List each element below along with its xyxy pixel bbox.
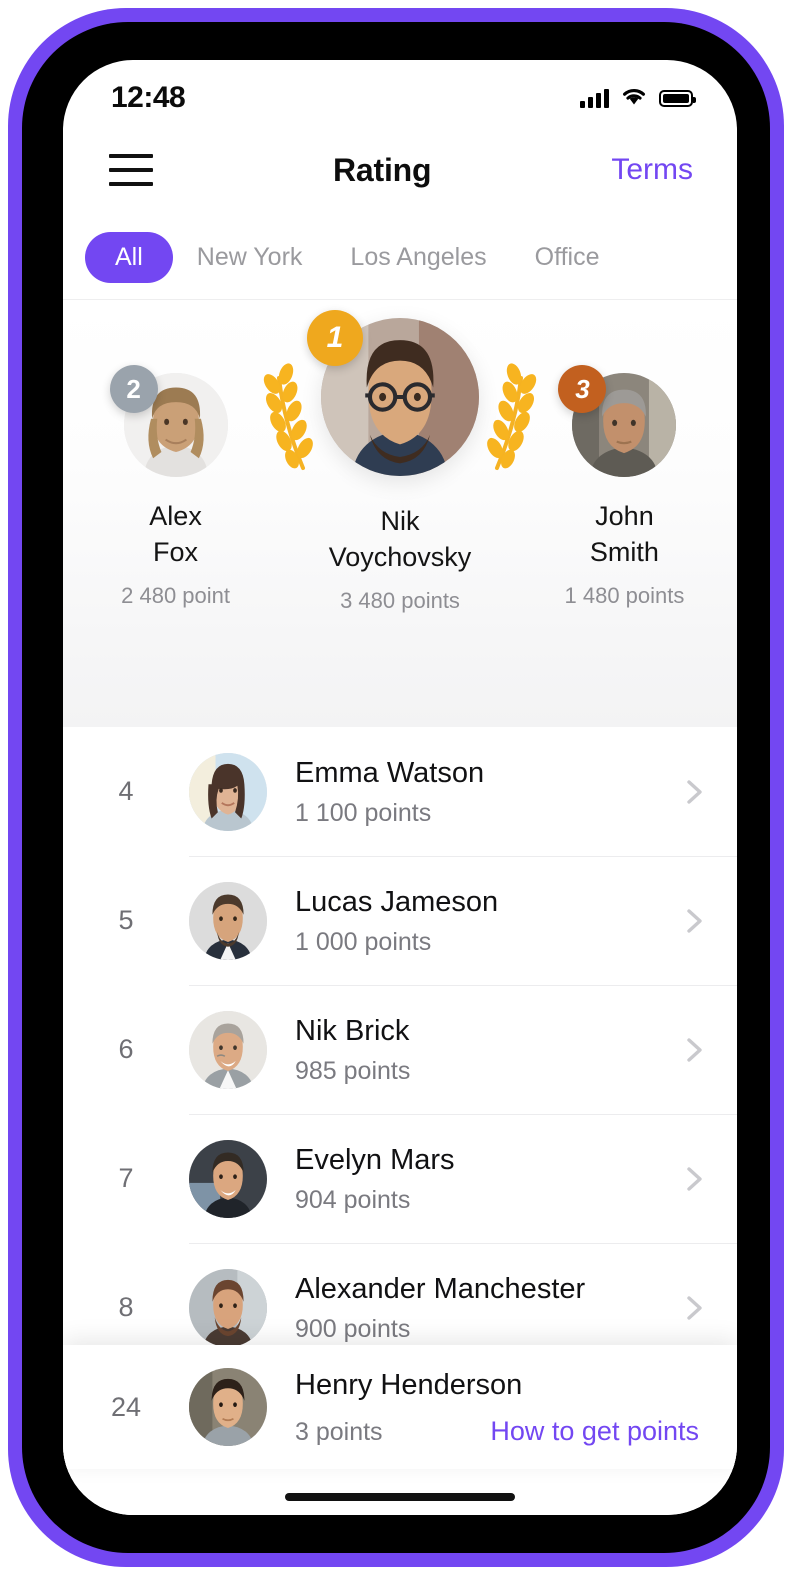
page-title: Rating [332,151,432,188]
tab-los-angeles[interactable]: Los Angeles [326,232,510,283]
status-bar-icons [580,86,696,111]
row-name: Evelyn Mars [295,1143,455,1176]
row-rank: 4 [118,776,134,806]
row-text: Nik Brick 985 points [295,1013,667,1086]
podium-name: Alex Fox [149,499,202,571]
chevron-right-icon[interactable] [681,1295,707,1321]
row-name: Henry Henderson [295,1369,523,1402]
row-name: Lucas Jameson [295,885,499,918]
chevron-right-icon[interactable] [681,908,707,934]
avatar [189,881,267,960]
avatar [189,1268,267,1347]
row-points: 1 100 points [295,799,432,828]
avatar-wrap: 2 [109,365,228,477]
row-text: Alexander Manchester 900 points [295,1271,667,1344]
hamburger-menu-icon[interactable] [109,154,153,186]
row-points: 3 points [295,1417,383,1446]
row-rank: 7 [118,1163,134,1193]
podium-first-name: Nik [380,506,420,536]
avatar-wrap: 3 [558,365,677,477]
podium-last-name: Voychovsky [328,541,472,572]
row-text: Emma Watson 1 100 points [295,755,667,828]
row-points: 904 points [295,1186,411,1215]
podium-name: Nik Voychovsky [329,504,472,576]
filter-tabs: All New York Los Angeles Office [63,216,737,300]
table-row[interactable]: 6 Nik Brick 985 points [63,985,737,1114]
current-user-row[interactable]: 24 Henry Henderson 3 points How to get p… [63,1345,737,1469]
row-points: 1 000 points [295,928,432,957]
rank-badge: 1 [307,310,363,366]
row-rank: 5 [118,905,134,935]
table-row[interactable]: 4 Emma Watson 1 100 points [63,727,737,856]
podium-last-name: Fox [153,536,199,567]
row-points: 900 points [295,1315,411,1344]
row-rank: 24 [110,1391,142,1422]
ranking-list[interactable]: 4 Emma Watson 1 100 points 5 Lucas James… [63,727,737,1515]
how-to-get-points-link[interactable]: How to get points [490,1416,699,1447]
podium-item-second[interactable]: 2 Alex Fox 2 480 point [63,300,287,609]
row-name: Emma Watson [295,756,485,789]
phone-mockup: 12:48 Rating Terms All New York Los Ange… [0,0,792,1575]
podium-first-name: Alex [149,501,202,531]
cellular-signal-icon [580,88,609,108]
table-row[interactable]: 7 Evelyn Mars 904 points [63,1114,737,1243]
avatar [189,1139,267,1218]
battery-full-icon [659,89,696,107]
row-rank: 6 [118,1034,134,1064]
chevron-right-icon[interactable] [681,1037,707,1063]
podium-points: 2 480 point [121,582,230,608]
home-indicator [285,1493,515,1501]
terms-link[interactable]: Terms [611,153,693,187]
row-name: Nik Brick [295,1014,410,1047]
podium-points: 3 480 points [340,587,460,613]
rank-badge: 2 [109,365,158,413]
row-text: Evelyn Mars 904 points [295,1142,667,1215]
row-text: Lucas Jameson 1 000 points [295,884,667,957]
podium-item-first[interactable]: 1 Nik Voychovsky 3 480 points [263,300,537,614]
row-sub: 3 points How to get points [295,1410,707,1447]
top-three-podium: 2 Alex Fox 2 480 point 1 Nik Voychovsky … [63,300,737,727]
tab-new-york[interactable]: New York [173,232,327,283]
status-bar-clock: 12:48 [111,81,186,114]
tab-all[interactable]: All [85,232,173,283]
nav-bar: Rating Terms [63,124,737,216]
avatar [189,1010,267,1089]
avatar [189,752,267,831]
podium-item-third[interactable]: 3 John Smith 1 480 points [512,300,736,609]
chevron-right-icon[interactable] [681,779,707,805]
row-name: Alexander Manchester [295,1272,586,1305]
laurel-wreath-icon [263,363,313,470]
phone-screen: 12:48 Rating Terms All New York Los Ange… [63,60,737,1515]
chevron-right-icon[interactable] [681,1166,707,1192]
row-points: 985 points [295,1057,411,1086]
table-row[interactable]: 5 Lucas Jameson 1 000 points [63,856,737,985]
tab-office[interactable]: Office [511,232,624,283]
podium-last-name: Smith [589,536,659,567]
podium-points: 1 480 points [564,582,685,608]
avatar [189,1368,267,1446]
wifi-icon [621,86,647,111]
row-rank: 8 [118,1292,134,1322]
podium-name: John Smith [590,499,659,571]
status-bar: 12:48 [63,60,737,124]
podium-first-name: John [595,501,654,531]
row-text: Henry Henderson 3 points How to get poin… [295,1367,707,1446]
avatar-wrap: 1 [263,310,537,476]
